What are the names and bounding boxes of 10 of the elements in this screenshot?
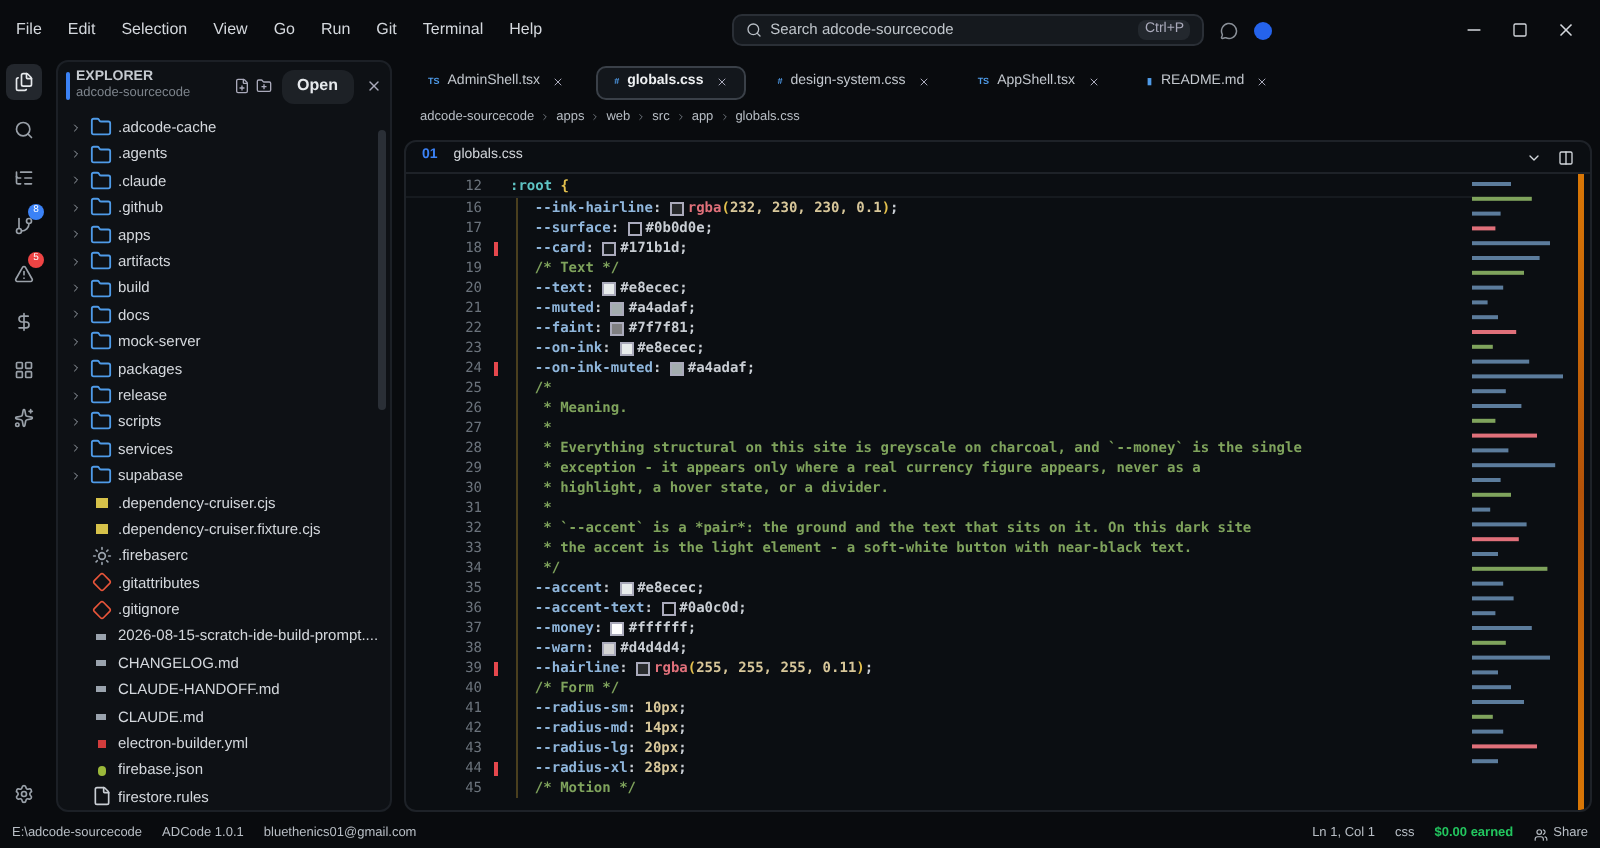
- menu-item[interactable]: Selection: [121, 18, 188, 42]
- menu-item[interactable]: Terminal: [422, 18, 484, 42]
- menu-item[interactable]: Help: [509, 18, 543, 42]
- menu-item[interactable]: Edit: [67, 18, 96, 42]
- menu-item[interactable]: View: [213, 18, 248, 42]
- menu-item[interactable]: Go: [273, 18, 295, 42]
- open-button[interactable]: Open: [281, 69, 354, 103]
- menu-item[interactable]: File: [16, 18, 42, 42]
- menu-item[interactable]: Run: [320, 18, 351, 42]
- menu-item[interactable]: Git: [376, 18, 397, 42]
